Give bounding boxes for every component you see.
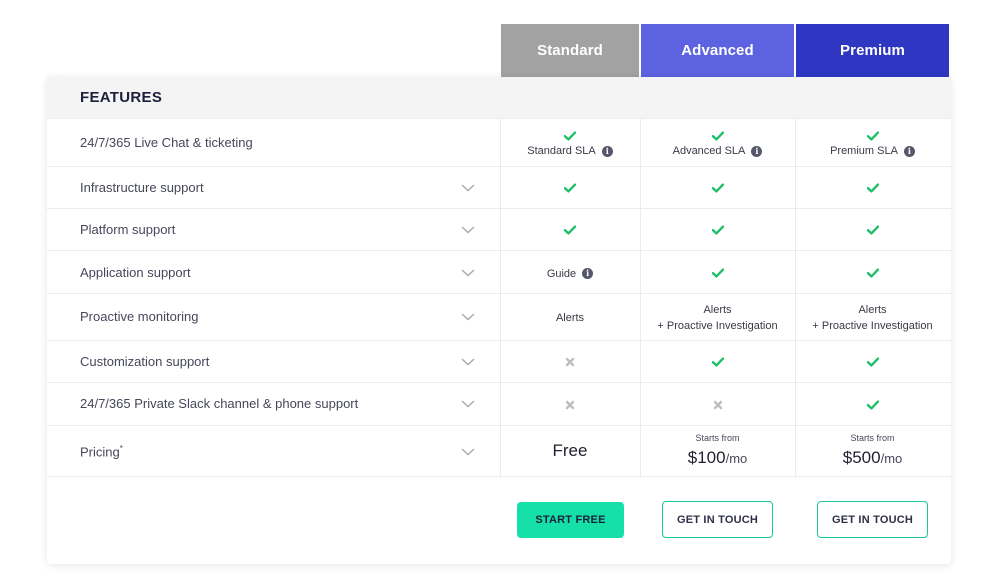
cell-standard — [501, 383, 639, 426]
check-icon — [564, 131, 576, 141]
cross-icon — [713, 400, 722, 409]
sla-label: Advanced SLA — [672, 145, 746, 157]
investigation-label: + Proactive Investigation — [812, 319, 933, 332]
price-free: Free — [552, 441, 588, 460]
alerts-label: Alerts — [555, 311, 585, 324]
feature-label: Proactive monitoring — [80, 309, 199, 324]
guide-label: Guide — [546, 267, 577, 280]
chevron-down-icon[interactable] — [460, 225, 476, 235]
cell-standard — [501, 209, 639, 251]
cell-advanced: Alerts + Proactive Investigation — [641, 294, 794, 341]
alerts-label: Alerts — [703, 303, 732, 316]
feature-row-slack[interactable]: 24/7/365 Private Slack channel & phone s… — [47, 382, 951, 425]
check-icon — [711, 267, 724, 278]
check-icon — [711, 225, 724, 235]
cell-premium: Alerts + Proactive Investigation — [796, 294, 949, 341]
cell-premium — [796, 167, 949, 209]
cell-standard: Free — [501, 426, 639, 476]
check-icon — [866, 357, 879, 367]
cell-standard — [501, 341, 639, 383]
feature-label: 24/7/365 Live Chat & ticketing — [80, 135, 253, 150]
plan-header-premium: Premium — [796, 24, 949, 77]
feature-row-application[interactable]: Application support Guide i — [47, 250, 951, 293]
cell-standard — [501, 167, 639, 209]
cell-advanced — [641, 209, 794, 251]
chevron-down-icon[interactable] — [460, 312, 476, 322]
feature-row-monitoring[interactable]: Proactive monitoring Alerts Alerts + Pro… — [47, 293, 951, 340]
feature-label: Infrastructure support — [80, 180, 204, 195]
price-advanced: $100/mo — [687, 448, 748, 467]
chevron-down-icon[interactable] — [460, 447, 476, 457]
features-title: FEATURES — [80, 89, 163, 106]
cell-standard: Guide i — [501, 251, 639, 294]
feature-row-infrastructure[interactable]: Infrastructure support — [47, 166, 951, 208]
feature-label: Platform support — [80, 222, 176, 237]
plan-header-standard: Standard — [501, 24, 639, 77]
info-icon[interactable]: i — [601, 145, 613, 157]
price-premium: $500/mo — [842, 448, 903, 467]
cell-premium — [796, 383, 949, 426]
alerts-label: Alerts — [858, 303, 887, 316]
check-icon — [711, 131, 724, 141]
check-icon — [866, 183, 879, 193]
info-icon[interactable]: i — [582, 268, 594, 279]
cell-premium: Premium SLA i — [796, 125, 949, 165]
check-icon — [866, 225, 879, 235]
features-header-bar — [47, 77, 951, 118]
cell-standard: Standard SLA i — [501, 125, 639, 165]
check-icon — [711, 357, 724, 367]
cell-premium — [796, 209, 949, 251]
cross-icon — [565, 400, 575, 409]
cell-premium: Starts from $500/mo — [796, 426, 949, 476]
cell-premium — [796, 251, 949, 294]
feature-row-platform[interactable]: Platform support — [47, 208, 951, 250]
cell-advanced: Advanced SLA i — [641, 125, 794, 165]
feature-label: Application support — [80, 265, 191, 280]
chevron-down-icon[interactable] — [460, 357, 476, 367]
check-icon — [866, 131, 879, 141]
feature-row-pricing[interactable]: Pricing* Free Starts from $100/mo Starts… — [47, 425, 951, 477]
check-icon — [866, 267, 879, 278]
chevron-down-icon[interactable] — [460, 183, 476, 193]
chevron-down-icon[interactable] — [460, 268, 476, 278]
feature-label: 24/7/365 Private Slack channel & phone s… — [80, 396, 359, 411]
cross-icon — [565, 357, 575, 367]
info-icon[interactable]: i — [903, 145, 915, 157]
cell-standard: Alerts — [501, 294, 639, 341]
starts-from-label: Starts from — [695, 433, 740, 443]
start-free-button[interactable]: START FREE — [517, 502, 624, 538]
starts-from-label: Starts from — [850, 433, 895, 443]
info-icon[interactable]: i — [751, 145, 763, 157]
feature-label: Customization support — [80, 354, 210, 369]
cell-advanced — [641, 251, 794, 294]
check-icon — [866, 399, 879, 410]
get-in-touch-premium-button[interactable]: GET IN TOUCH — [817, 501, 928, 538]
feature-label: Pricing* — [80, 444, 123, 460]
investigation-label: + Proactive Investigation — [657, 319, 778, 332]
check-icon — [564, 183, 576, 193]
check-icon — [711, 183, 724, 193]
cell-advanced — [641, 383, 794, 426]
get-in-touch-advanced-button[interactable]: GET IN TOUCH — [662, 501, 773, 538]
sla-label: Standard SLA — [527, 145, 596, 157]
feature-row-live-chat: 24/7/365 Live Chat & ticketing Standard … — [47, 118, 951, 166]
plan-header-advanced: Advanced — [641, 24, 794, 77]
cell-advanced — [641, 167, 794, 209]
check-icon — [564, 225, 576, 235]
chevron-down-icon[interactable] — [460, 399, 476, 409]
cell-advanced — [641, 341, 794, 383]
feature-row-customization[interactable]: Customization support — [47, 340, 951, 382]
cell-premium — [796, 341, 949, 383]
sla-label: Premium SLA — [830, 145, 898, 157]
cell-advanced: Starts from $100/mo — [641, 426, 794, 476]
